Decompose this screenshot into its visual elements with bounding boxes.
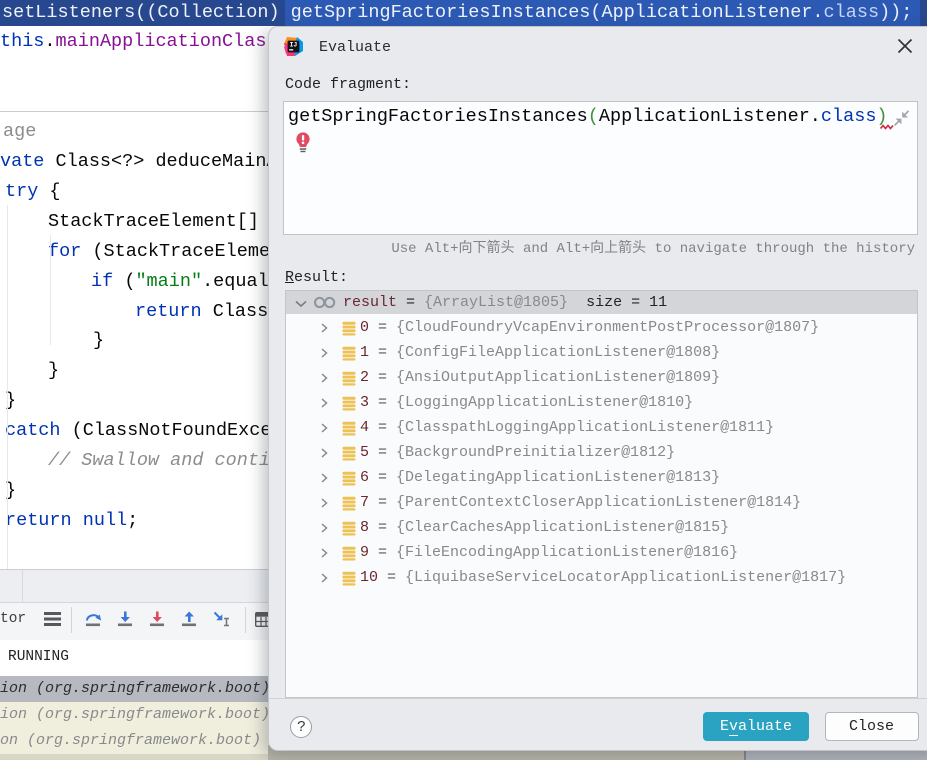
svg-text:IJ: IJ [290, 41, 298, 48]
